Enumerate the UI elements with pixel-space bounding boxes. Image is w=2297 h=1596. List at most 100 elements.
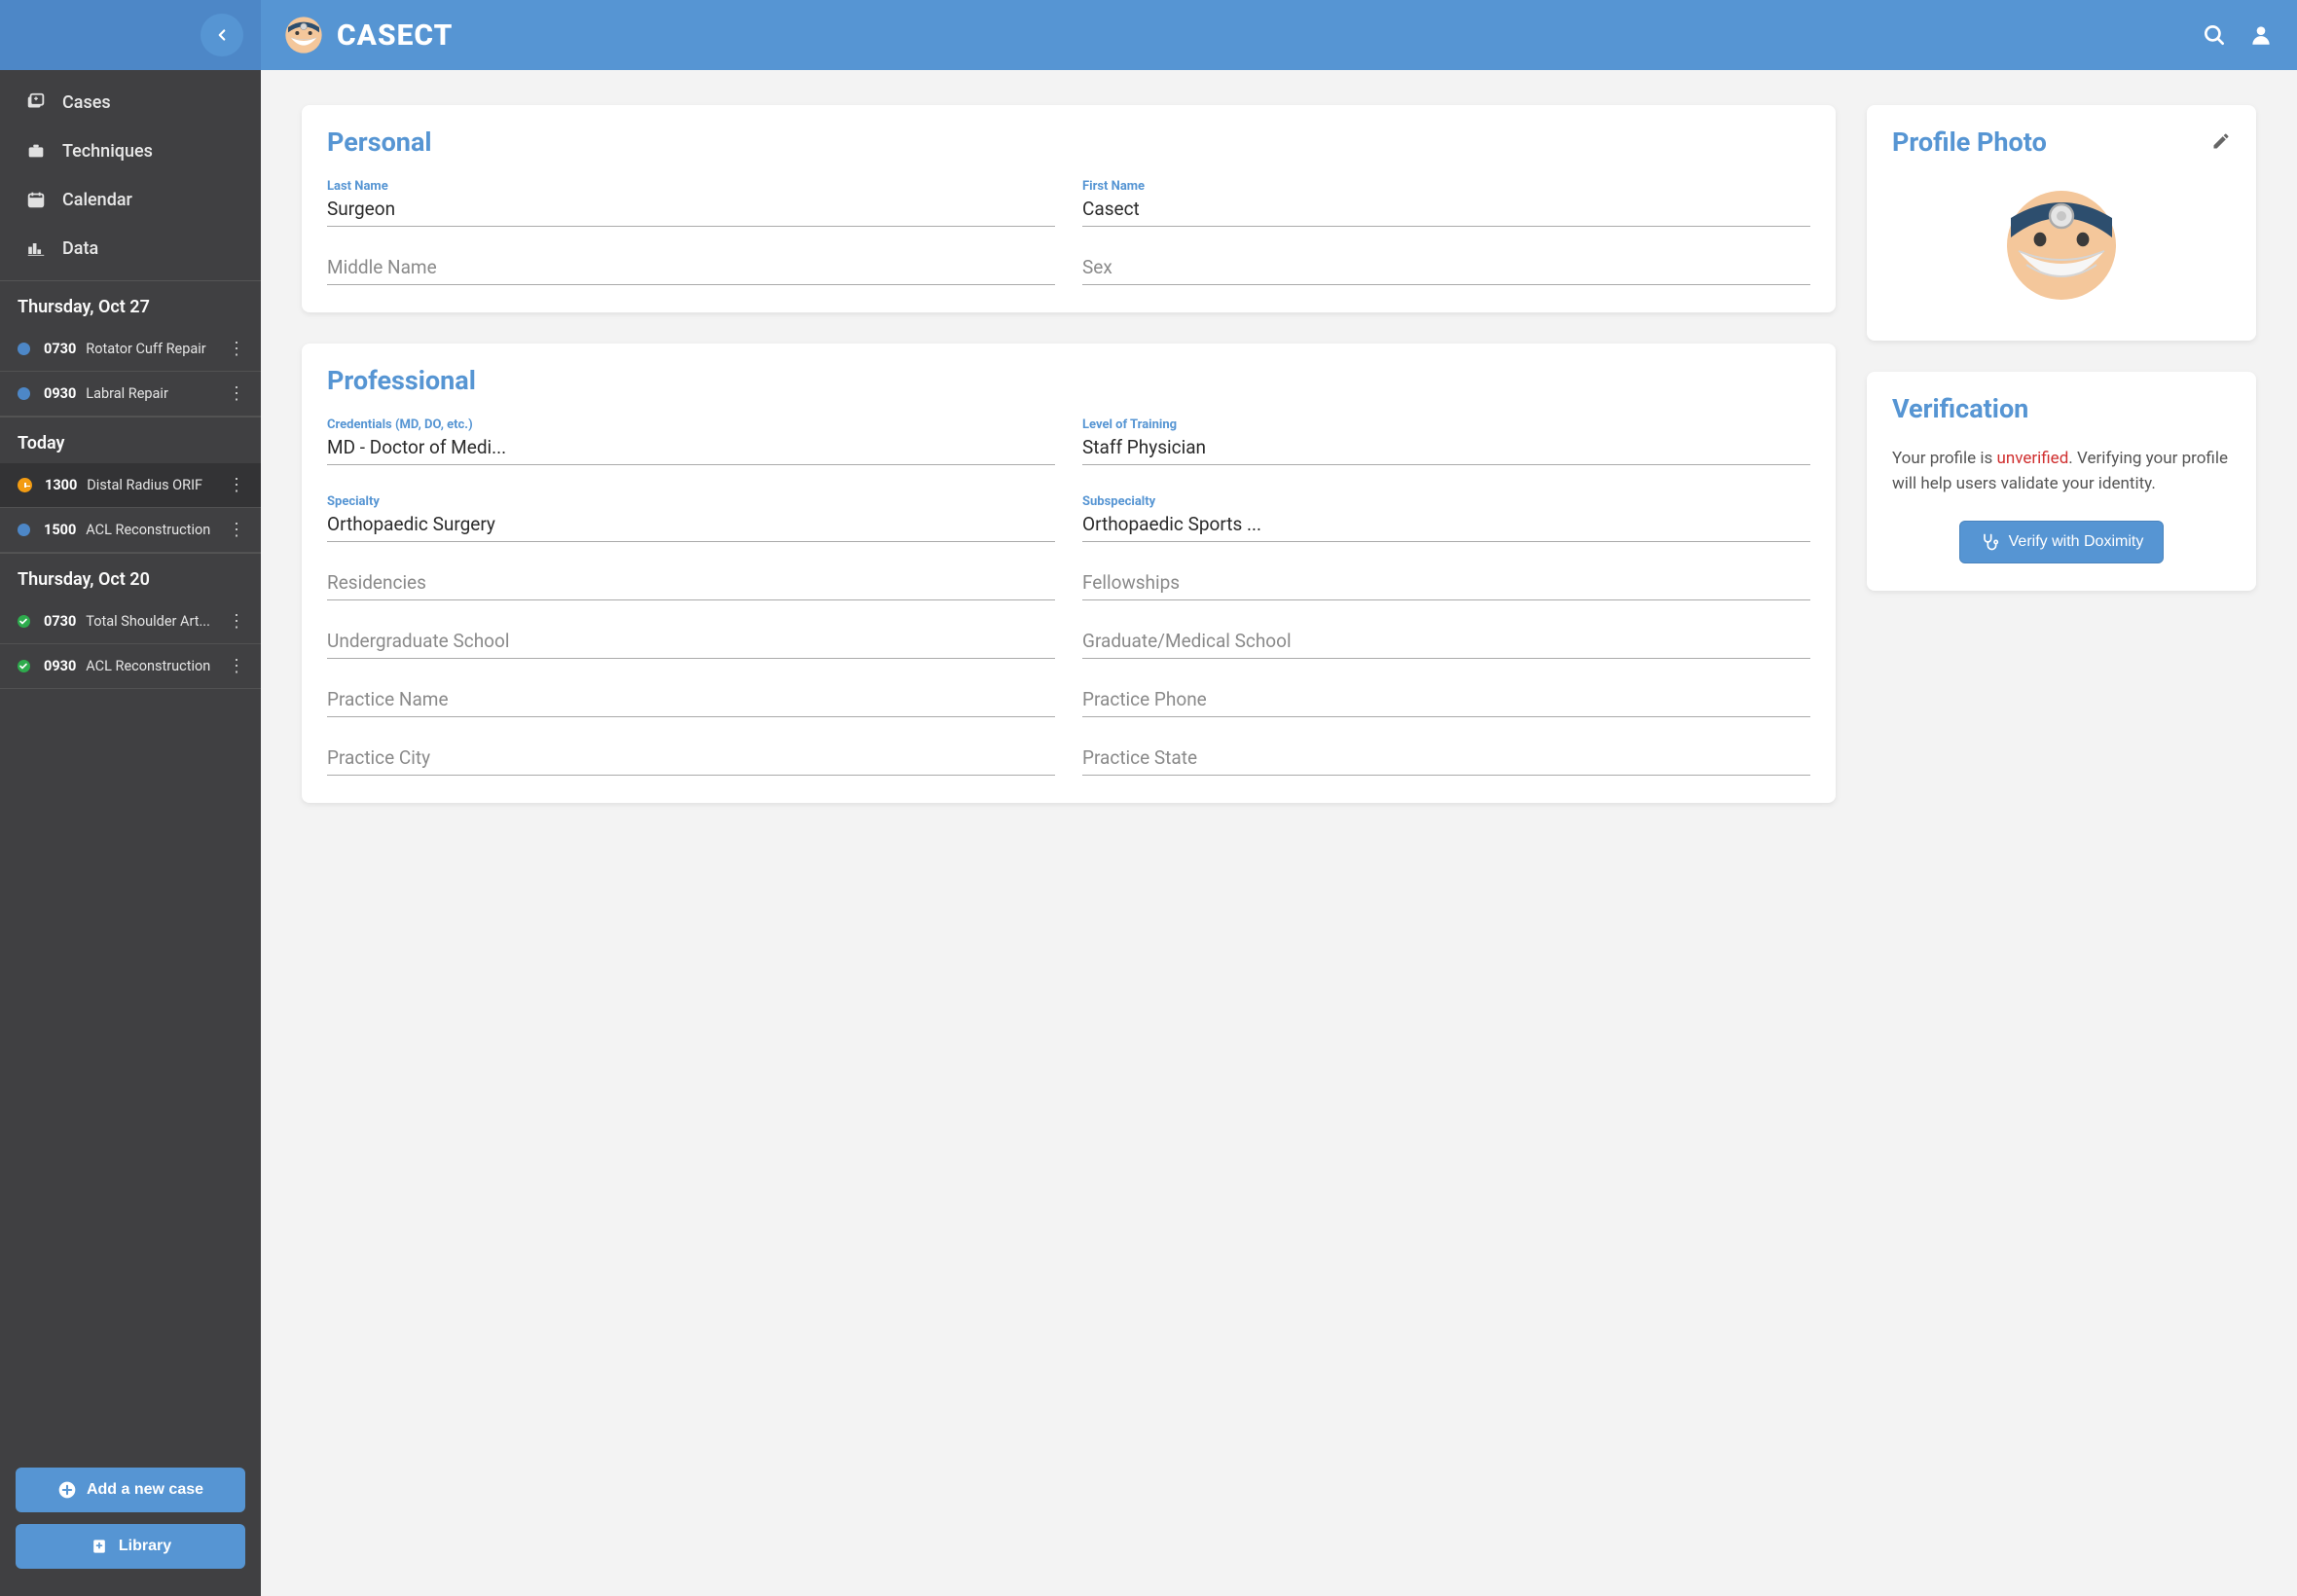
case-time: 1500	[44, 522, 76, 538]
case-menu-icon[interactable]: ⋮	[222, 611, 251, 632]
search-button[interactable]	[2202, 22, 2227, 48]
field-placeholder: Practice City	[327, 746, 1055, 776]
case-item[interactable]: 0730 Rotator Cuff Repair ⋮	[0, 327, 261, 372]
fellowships-field[interactable]: Fellowships	[1082, 571, 1810, 600]
case-name: ACL Reconstruction	[86, 522, 222, 538]
case-name: Rotator Cuff Repair	[86, 341, 222, 357]
calendar-icon	[21, 189, 51, 210]
credentials-field[interactable]: Credentials (MD, DO, etc.) MD - Doctor o…	[327, 417, 1055, 465]
practice-city-field[interactable]: Practice City	[327, 746, 1055, 776]
add-new-case-button[interactable]: Add a new case	[16, 1468, 245, 1512]
practice-phone-field[interactable]: Practice Phone	[1082, 688, 1810, 717]
practice-name-field[interactable]: Practice Name	[327, 688, 1055, 717]
nav-calendar[interactable]: Calendar	[0, 175, 261, 224]
field-label: First Name	[1082, 179, 1810, 194]
status-dot-blue	[18, 387, 30, 400]
case-time: 1300	[45, 477, 77, 493]
practice-state-field[interactable]: Practice State	[1082, 746, 1810, 776]
sidebar-bottom: Add a new case Library	[0, 1452, 261, 1596]
library-icon	[90, 1537, 109, 1556]
verify-doximity-button[interactable]: Verify with Doximity	[1959, 521, 2165, 563]
field-value: Casect	[1082, 198, 1810, 227]
status-dot-blue	[18, 343, 30, 355]
card-title-text: Profile Photo	[1892, 127, 2047, 158]
card-title: Verification	[1892, 393, 2231, 424]
field-placeholder: Residencies	[327, 571, 1055, 600]
case-item[interactable]: 0930 Labral Repair ⋮	[0, 372, 261, 417]
sidebar-top	[0, 0, 261, 70]
schedule-header: Today	[0, 417, 261, 463]
first-name-field[interactable]: First Name Casect	[1082, 179, 1810, 227]
field-label: Specialty	[327, 494, 1055, 509]
library-button[interactable]: Library	[16, 1524, 245, 1569]
techniques-icon	[21, 140, 51, 162]
residencies-field[interactable]: Residencies	[327, 571, 1055, 600]
data-icon	[21, 237, 51, 259]
field-label: Credentials (MD, DO, etc.)	[327, 417, 1055, 432]
status-clock-icon	[18, 478, 32, 492]
field-label: Last Name	[327, 179, 1055, 194]
field-placeholder: Practice State	[1082, 746, 1810, 776]
case-menu-icon[interactable]: ⋮	[222, 383, 251, 404]
surgeon-avatar-icon	[2003, 187, 2120, 304]
main: CASECT Personal Last Name Surgeon First …	[261, 0, 2297, 1596]
medschool-field[interactable]: Graduate/Medical School	[1082, 630, 1810, 659]
nav-data[interactable]: Data	[0, 224, 261, 272]
specialty-field[interactable]: Specialty Orthopaedic Surgery	[327, 494, 1055, 542]
user-button[interactable]	[2248, 22, 2274, 48]
nav-techniques[interactable]: Techniques	[0, 127, 261, 175]
pencil-icon	[2211, 131, 2231, 151]
case-menu-icon[interactable]: ⋮	[222, 656, 251, 676]
case-time: 0730	[44, 341, 76, 357]
case-item[interactable]: 1500 ACL Reconstruction ⋮	[0, 508, 261, 553]
training-field[interactable]: Level of Training Staff Physician	[1082, 417, 1810, 465]
button-label: Library	[119, 1538, 171, 1555]
case-name: ACL Reconstruction	[86, 658, 222, 674]
collapse-sidebar-button[interactable]	[201, 14, 243, 56]
field-label: Subspecialty	[1082, 494, 1810, 509]
chevron-left-icon	[213, 26, 231, 44]
verification-card: Verification Your profile is unverified.…	[1867, 372, 2256, 591]
profile-photo-card: Profile Photo	[1867, 105, 2256, 341]
stethoscope-icon	[1980, 532, 1999, 552]
unverified-status: unverified	[1996, 449, 2068, 468]
case-name: Total Shoulder Art...	[86, 613, 222, 630]
search-icon	[2202, 22, 2227, 48]
plus-circle-icon	[57, 1480, 77, 1500]
card-title: Profile Photo	[1892, 127, 2231, 158]
field-placeholder: Middle Name	[327, 256, 1055, 285]
case-item[interactable]: 0730 Total Shoulder Art... ⋮	[0, 599, 261, 644]
field-placeholder: Sex	[1082, 256, 1810, 285]
case-menu-icon[interactable]: ⋮	[222, 339, 251, 359]
field-placeholder: Undergraduate School	[327, 630, 1055, 659]
case-item[interactable]: 0930 ACL Reconstruction ⋮	[0, 644, 261, 689]
nav-label: Data	[62, 238, 98, 259]
nav-cases[interactable]: Cases	[0, 78, 261, 127]
app-logo-icon	[284, 16, 323, 54]
field-value: Surgeon	[327, 198, 1055, 227]
schedule-header: Thursday, Oct 20	[0, 553, 261, 599]
field-value: MD - Doctor of Medi...	[327, 436, 1055, 465]
case-time: 0930	[44, 658, 76, 674]
field-placeholder: Practice Phone	[1082, 688, 1810, 717]
nav-label: Calendar	[62, 190, 132, 210]
nav: Cases Techniques Calendar Data	[0, 70, 261, 280]
status-dot-blue	[18, 524, 30, 536]
verification-text: Your profile is unverified. Verifying yo…	[1892, 446, 2231, 497]
undergrad-field[interactable]: Undergraduate School	[327, 630, 1055, 659]
field-placeholder: Fellowships	[1082, 571, 1810, 600]
edit-photo-button[interactable]	[2211, 127, 2231, 158]
case-menu-icon[interactable]: ⋮	[222, 475, 251, 495]
app-title: CASECT	[337, 18, 453, 53]
last-name-field[interactable]: Last Name Surgeon	[327, 179, 1055, 227]
field-value: Orthopaedic Surgery	[327, 513, 1055, 542]
content: Personal Last Name Surgeon First Name Ca…	[261, 70, 2297, 1596]
case-menu-icon[interactable]: ⋮	[222, 520, 251, 540]
case-item[interactable]: 1300 Distal Radius ORIF ⋮	[0, 463, 261, 508]
case-time: 0930	[44, 385, 76, 402]
subspecialty-field[interactable]: Subspecialty Orthopaedic Sports ...	[1082, 494, 1810, 542]
avatar	[1892, 179, 2231, 313]
field-label: Level of Training	[1082, 417, 1810, 432]
middle-name-field[interactable]: Middle Name	[327, 256, 1055, 285]
sex-field[interactable]: Sex	[1082, 256, 1810, 285]
